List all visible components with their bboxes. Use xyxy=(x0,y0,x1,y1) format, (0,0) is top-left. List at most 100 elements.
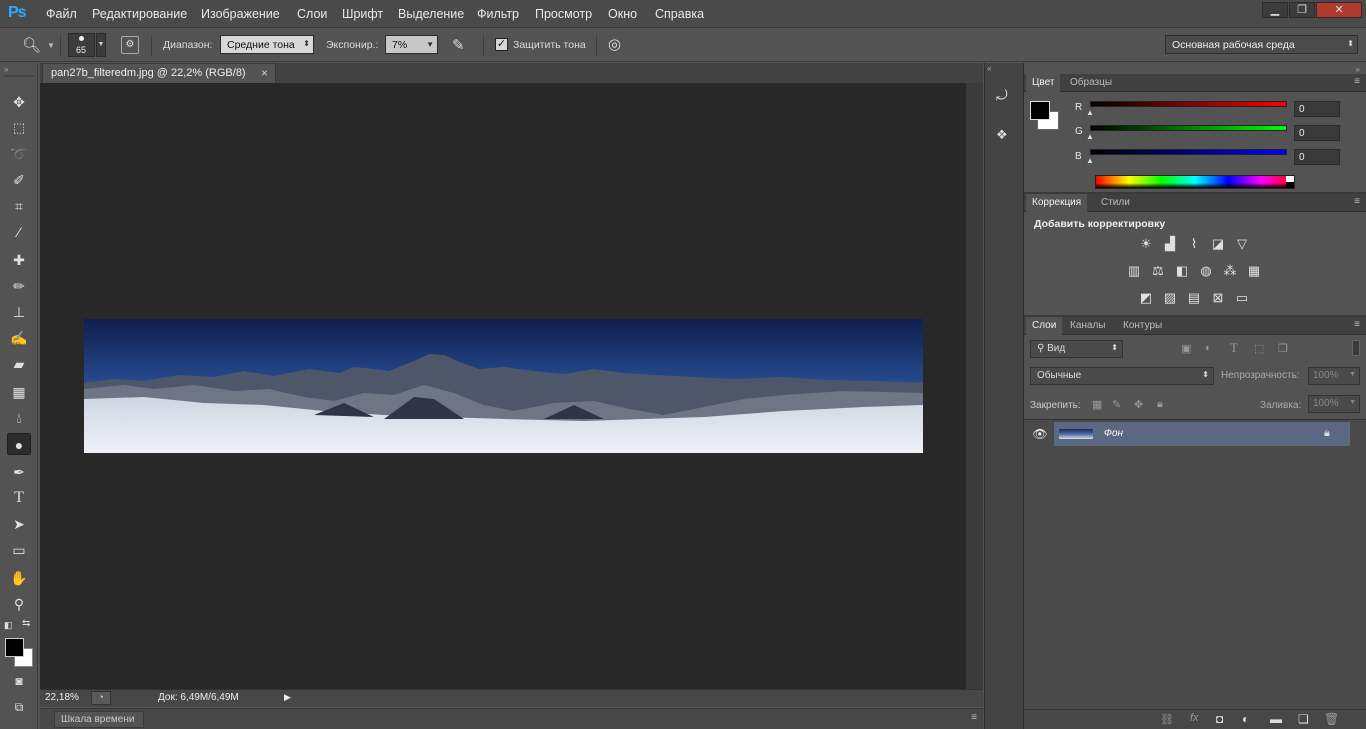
protect-tones-checkbox[interactable]: ✓ xyxy=(495,38,508,51)
brightness-icon[interactable]: ☀ xyxy=(1137,236,1155,252)
layer-row[interactable]: 👁︎ Фон 🔒︎ xyxy=(1026,422,1350,446)
levels-icon[interactable]: ▟ xyxy=(1161,236,1179,252)
fill-field[interactable]: 100% ▼ xyxy=(1308,395,1360,413)
blur-tool-icon[interactable]: 💧︎ xyxy=(7,407,31,429)
delete-layer-icon[interactable]: 🗑︎ xyxy=(1324,712,1339,726)
channel-r-thumb-icon[interactable]: ▲ xyxy=(1086,108,1094,117)
blend-mode-select[interactable]: Обычные ⬍ xyxy=(1030,367,1214,385)
close-window-button[interactable]: ✕ xyxy=(1316,2,1362,18)
range-select[interactable]: Средние тона ⬍ xyxy=(220,35,314,54)
foreground-color-swatch[interactable] xyxy=(5,638,24,657)
channel-g-value[interactable]: 0 xyxy=(1294,125,1340,141)
panorama-image[interactable] xyxy=(84,319,923,453)
zoom-level[interactable]: 22,18% xyxy=(45,692,79,703)
tool-preset-chevron-icon[interactable]: ▼ xyxy=(47,41,55,50)
channel-mixer-icon[interactable]: ⁂ xyxy=(1221,263,1239,279)
brush-preset-picker[interactable]: 65 xyxy=(68,33,95,57)
brush-dropdown-icon[interactable]: ▼ xyxy=(96,33,106,57)
history-brush-tool-icon[interactable]: ✍ xyxy=(7,327,31,349)
vibrance-icon[interactable]: ▽ xyxy=(1233,236,1251,252)
color-spectrum-ramp[interactable] xyxy=(1095,175,1295,189)
eraser-tool-icon[interactable]: ▰ xyxy=(7,353,31,375)
new-layer-icon[interactable]: ❏ xyxy=(1298,712,1309,726)
history-panel-icon[interactable]: ⤾ xyxy=(996,87,1014,107)
posterize-icon[interactable]: ▨ xyxy=(1161,290,1179,306)
quick-select-tool-icon[interactable]: ✐ xyxy=(7,169,31,191)
tab-color[interactable]: Цвет xyxy=(1026,74,1061,92)
eyedropper-tool-icon[interactable]: ⁄ xyxy=(7,221,31,243)
exposure-icon[interactable]: ◪ xyxy=(1209,236,1227,252)
panels-collapse-icon[interactable]: » xyxy=(1356,65,1360,74)
layer-filter-select[interactable]: ⚲ Вид ⬍ xyxy=(1030,340,1123,358)
healing-brush-tool-icon[interactable]: ✚ xyxy=(7,249,31,271)
lock-transparent-icon[interactable]: ▦ xyxy=(1092,398,1102,411)
minimize-button[interactable]: ▁ xyxy=(1262,2,1288,18)
pressure-size-icon[interactable]: ◎ xyxy=(608,35,621,53)
add-mask-icon[interactable]: ◘ xyxy=(1216,712,1223,726)
collapse-tools-icon[interactable]: » xyxy=(4,65,8,74)
menu-image[interactable]: Изображение xyxy=(201,7,280,21)
restore-button[interactable]: ❐ xyxy=(1289,2,1315,18)
tools-grip[interactable] xyxy=(4,75,34,77)
black-white-icon[interactable]: ◧ xyxy=(1173,263,1191,279)
lock-image-icon[interactable]: ✎ xyxy=(1112,398,1121,411)
status-menu-arrow-icon[interactable]: ▶ xyxy=(284,692,291,703)
tab-layers[interactable]: Слои xyxy=(1026,317,1063,335)
curves-icon[interactable]: ⌇ xyxy=(1185,236,1203,252)
foreground-color-chip[interactable] xyxy=(1030,101,1050,120)
tool-preset-dodge-icon[interactable]: 🔍︎ xyxy=(22,36,41,54)
menu-filter[interactable]: Фильтр xyxy=(477,7,519,21)
hue-saturation-icon[interactable]: ▥ xyxy=(1125,263,1143,279)
channel-r-value[interactable]: 0 xyxy=(1294,101,1340,117)
lock-position-icon[interactable]: ✥ xyxy=(1134,398,1143,411)
timeline-tab[interactable]: Шкала времени xyxy=(54,711,144,728)
move-tool-icon[interactable]: ✥ xyxy=(7,91,31,113)
channel-r-slider[interactable] xyxy=(1090,101,1287,107)
new-group-icon[interactable]: ▬ xyxy=(1270,712,1282,726)
marquee-tool-icon[interactable]: ⬚ xyxy=(7,117,31,139)
tab-swatches[interactable]: Образцы xyxy=(1064,74,1118,92)
gradient-tool-icon[interactable]: ▦ xyxy=(7,381,31,403)
status-preview-icon[interactable]: ◔ xyxy=(91,691,111,705)
tab-paths[interactable]: Контуры xyxy=(1117,317,1168,335)
rectangle-tool-icon[interactable]: ▭ xyxy=(7,539,31,561)
tab-channels[interactable]: Каналы xyxy=(1064,317,1112,335)
color-balance-icon[interactable]: ⚖ xyxy=(1149,263,1167,279)
timeline-menu-icon[interactable]: ≡ xyxy=(971,712,977,723)
adjustments-panel-menu-icon[interactable]: ≡ xyxy=(1354,196,1360,207)
new-adjustment-layer-icon[interactable]: ◐ xyxy=(1242,712,1249,726)
document-tab[interactable]: pan27b_filteredm.jpg @ 22,2% (RGB/8) × xyxy=(42,63,276,83)
pen-tool-icon[interactable]: ✒ xyxy=(7,461,31,483)
channel-b-slider[interactable] xyxy=(1090,149,1287,155)
gradient-map-icon[interactable]: ▭ xyxy=(1233,290,1251,306)
tab-styles[interactable]: Стили xyxy=(1095,194,1136,212)
menu-layers[interactable]: Слои xyxy=(297,7,327,21)
opacity-field[interactable]: 100% ▼ xyxy=(1308,367,1360,385)
tab-adjustments[interactable]: Коррекция xyxy=(1026,194,1088,212)
lock-all-icon[interactable]: 🔒︎ xyxy=(1157,398,1163,411)
airbrush-icon[interactable]: ✎ xyxy=(452,36,465,54)
type-tool-icon[interactable]: T xyxy=(7,487,31,509)
lasso-tool-icon[interactable]: ➰ xyxy=(7,143,31,165)
brush-panel-toggle-icon[interactable]: ⚙ xyxy=(121,36,139,54)
vertical-scrollbar[interactable] xyxy=(966,83,983,689)
filter-pixel-icon[interactable]: ▣ xyxy=(1181,342,1191,355)
menu-window[interactable]: Окно xyxy=(608,7,637,21)
properties-panel-icon[interactable]: ❖ xyxy=(996,127,1014,147)
menu-help[interactable]: Справка xyxy=(655,7,704,21)
document-close-icon[interactable]: × xyxy=(261,66,268,80)
filter-smart-object-icon[interactable]: ❐ xyxy=(1278,342,1288,355)
clone-stamp-tool-icon[interactable]: ⊥ xyxy=(7,301,31,323)
filter-type-icon[interactable]: T xyxy=(1230,340,1238,356)
menu-view[interactable]: Просмотр xyxy=(535,7,592,21)
layers-panel-menu-icon[interactable]: ≡ xyxy=(1354,319,1360,330)
quick-mask-icon[interactable]: ◙ xyxy=(7,670,31,692)
menu-type[interactable]: Шрифт xyxy=(342,7,383,21)
filter-shape-icon[interactable]: ⬚ xyxy=(1254,342,1264,355)
layer-name[interactable]: Фон xyxy=(1104,428,1123,439)
crop-tool-icon[interactable]: ⌗ xyxy=(7,195,31,217)
channel-b-thumb-icon[interactable]: ▲ xyxy=(1086,156,1094,165)
menu-edit[interactable]: Редактирование xyxy=(92,7,187,21)
invert-icon[interactable]: ◩ xyxy=(1137,290,1155,306)
threshold-icon[interactable]: ▤ xyxy=(1185,290,1203,306)
